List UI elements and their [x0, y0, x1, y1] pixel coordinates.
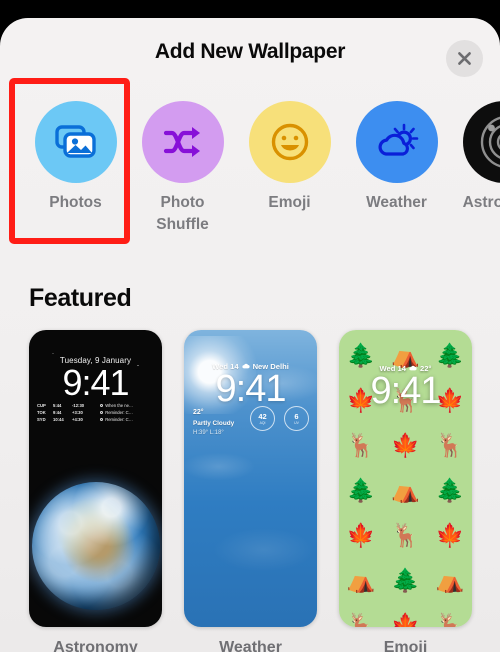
world-clock-row: SYD 10:44 +4:30	[37, 417, 92, 422]
add-wallpaper-sheet: Add New Wallpaper Photos Photo Shuffle E…	[0, 18, 500, 652]
category-photo-shuffle[interactable]: Photo Shuffle	[129, 101, 236, 237]
wc-offset: -12:30	[72, 403, 85, 408]
category-weather[interactable]: Weather	[343, 101, 450, 214]
reminder-circle-icon	[99, 411, 103, 415]
reminder-text: Reminder: C…	[105, 410, 133, 416]
wc-offset: +4:30	[72, 417, 83, 423]
emoji-tile: 🍁	[435, 522, 465, 548]
category-label: Weather	[366, 194, 427, 211]
uv-gauge: 6 UV	[284, 406, 309, 431]
lock-time: 9:41	[370, 370, 442, 412]
wallpaper-card-weather[interactable]: Wed 14 New Delhi 9:41 22° Partly Cloudy …	[184, 330, 317, 652]
reminder-circle-icon	[99, 403, 103, 408]
photos-icon	[34, 101, 117, 183]
card-preview[interactable]: 🌲 ⛺ 🌲 🍁 🦌 🍁 🦌 🍁 🦌 🌲 ⛺ 🌲 🍁 🦌 🍁 ⛺ 🌲 ⛺ 🦌 🍁 🦌 Wed 14 22° 9:41	[339, 330, 472, 627]
close-button[interactable]	[446, 40, 483, 77]
emoji-tile: ⛺	[435, 567, 465, 593]
lock-time: 9:41	[62, 362, 129, 403]
smiley-icon	[248, 101, 331, 183]
high-low: H:39° L:18°	[193, 429, 224, 436]
wc-time: 5:44	[53, 403, 62, 408]
world-clock-row: TOK 9:44 +3:30	[37, 410, 92, 415]
world-clock-widget: CUP 5:44 -12:30 TOK 9:44 +3:30 SYD 10:44…	[37, 403, 92, 422]
featured-heading: Featured	[29, 284, 132, 312]
wc-time: 10:44	[53, 417, 64, 423]
sun-cloud-icon	[355, 101, 438, 183]
emoji-tile: 🌲	[346, 477, 376, 503]
wc-city: CUP	[37, 403, 46, 408]
solar-system-icon	[462, 101, 500, 183]
wallpaper-card-emoji[interactable]: 🌲 ⛺ 🌲 🍁 🦌 🍁 🦌 🍁 🦌 🌲 ⛺ 🌲 🍁 🦌 🍁 ⛺ 🌲 ⛺ 🦌 🍁 🦌 Wed 14 22° 9:41	[339, 330, 472, 652]
category-label: Photo Shuffle	[156, 194, 209, 234]
category-label: Photos	[49, 194, 102, 211]
category-photos[interactable]: Photos	[22, 101, 129, 214]
emoji-tile: 🌲	[435, 477, 465, 503]
weather-info-widget: 22° Partly Cloudy H:39° L:18°	[193, 408, 234, 438]
reminder-row: Reminder: C…	[99, 417, 155, 423]
reminder-row: Reminder: C…	[99, 410, 155, 416]
emoji-tile: 🦌	[435, 432, 465, 458]
gauge-value: 6	[294, 411, 299, 421]
wc-offset: +3:30	[72, 410, 83, 416]
wc-time: 9:44	[53, 410, 62, 416]
category-emoji[interactable]: Emoji	[236, 101, 343, 214]
wallpaper-card-astronomy[interactable]: Tuesday, 9 January 9:41 CUP 5:44 -12:30 …	[29, 330, 162, 652]
category-astronomy[interactable]: Astronomy	[450, 101, 500, 214]
wallpaper-category-row: Photos Photo Shuffle Emoji Weather Astro	[0, 101, 500, 261]
emoji-tile: 🍁	[346, 522, 376, 548]
gauge-widgets: 42 AQI 6 UV	[250, 406, 309, 431]
featured-card-row: Tuesday, 9 January 9:41 CUP 5:44 -12:30 …	[0, 330, 500, 652]
gauge-unit: UV	[294, 420, 299, 425]
card-label: Astronomy	[53, 639, 138, 652]
category-label: Emoji	[268, 194, 311, 211]
reminder-text: Reminder: C…	[105, 417, 133, 423]
emoji-tile: 🦌	[346, 432, 376, 458]
emoji-tile: 🦌	[435, 612, 465, 628]
card-preview[interactable]: Wed 14 New Delhi 9:41 22° Partly Cloudy …	[184, 330, 317, 627]
temperature: 22°	[193, 409, 204, 416]
reminder-row: When the ne…	[99, 403, 155, 408]
world-clock-row: CUP 5:44 -12:30	[37, 403, 92, 408]
reminders-widget: When the ne… Reminder: C… Reminder: C…	[99, 403, 155, 423]
emoji-tile: 🦌	[391, 522, 420, 548]
emoji-tile: 🦌	[346, 612, 376, 628]
emoji-tile: 🍁	[391, 432, 420, 458]
card-label: Weather	[219, 639, 282, 652]
emoji-tile: ⛺	[391, 477, 420, 503]
earth-globe	[31, 482, 160, 610]
gauge-value: 42	[258, 411, 267, 421]
emoji-tile: 🍁	[391, 612, 420, 628]
gauge-unit: AQI	[259, 420, 266, 425]
condition: Partly Cloudy	[193, 419, 235, 427]
aqi-gauge: 42 AQI	[250, 406, 275, 431]
shuffle-icon	[141, 101, 224, 183]
page-title: Add New Wallpaper	[154, 40, 346, 63]
reminder-text: When the ne…	[105, 403, 134, 408]
card-label: Emoji	[383, 639, 428, 652]
reminder-circle-icon	[99, 418, 103, 422]
category-label: Astronomy	[462, 194, 500, 211]
emoji-tile: ⛺	[346, 567, 376, 593]
close-icon	[456, 50, 473, 67]
wc-city: SYD	[37, 417, 46, 423]
card-preview[interactable]: Tuesday, 9 January 9:41 CUP 5:44 -12:30 …	[29, 330, 162, 627]
screen: Add New Wallpaper Photos Photo Shuffle E…	[0, 0, 500, 652]
emoji-tile: 🌲	[391, 567, 420, 593]
wc-city: TOK	[37, 410, 46, 416]
lock-widgets: CUP 5:44 -12:30 TOK 9:44 +3:30 SYD 10:44…	[37, 403, 154, 422]
